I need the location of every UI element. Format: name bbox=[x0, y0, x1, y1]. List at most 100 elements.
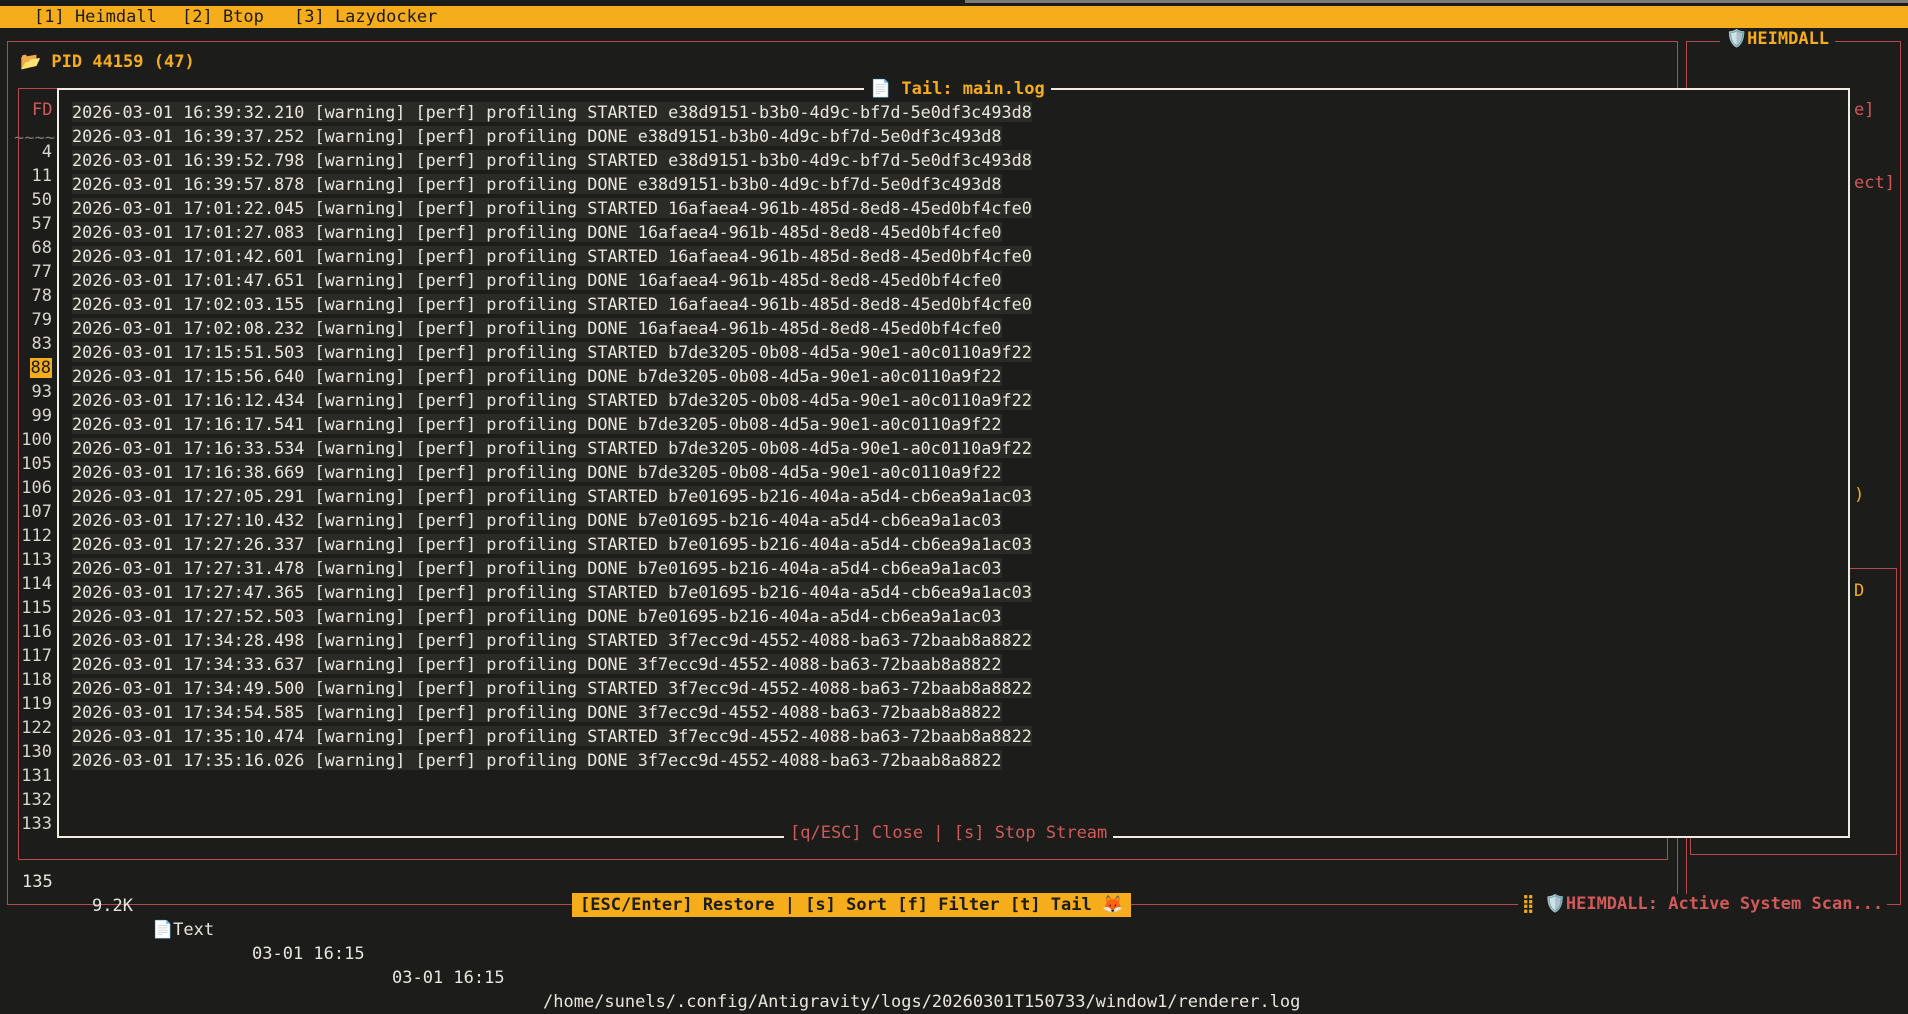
log-line: 2026-03-01 17:16:33.534 [warning] [perf]… bbox=[72, 436, 1032, 460]
log-line-text: 2026-03-01 16:39:57.878 [warning] [perf]… bbox=[72, 174, 1002, 194]
log-line: 2026-03-01 17:27:26.337 [warning] [perf]… bbox=[72, 532, 1032, 556]
fd-number[interactable]: 112 bbox=[0, 524, 52, 548]
modified-cell: 03-01 16:15 bbox=[392, 968, 505, 988]
fd-column-header[interactable]: FD bbox=[32, 100, 52, 120]
log-line-text: 2026-03-01 16:39:52.798 [warning] [perf]… bbox=[72, 150, 1032, 170]
log-line-text: 2026-03-01 17:01:42.601 [warning] [perf]… bbox=[72, 246, 1032, 266]
log-line-text: 2026-03-01 17:27:52.503 [warning] [perf]… bbox=[72, 606, 1002, 626]
fd-number[interactable]: 57 bbox=[0, 212, 52, 236]
clipped-text: ect] bbox=[1854, 173, 1895, 193]
type-cell: 📄Text bbox=[152, 920, 215, 940]
tab-bar: [1] Heimdall [2] Btop [3] Lazydocker bbox=[0, 6, 1908, 28]
fd-number[interactable]: 99 bbox=[0, 404, 52, 428]
tab-btop[interactable]: [2] Btop bbox=[182, 6, 264, 28]
fd-number[interactable]: 117 bbox=[0, 644, 52, 668]
fd-number[interactable]: 79 bbox=[0, 308, 52, 332]
fd-number[interactable]: 50 bbox=[0, 188, 52, 212]
fd-number[interactable]: 88 bbox=[0, 356, 52, 380]
side-panel-title: 🛡️HEIMDALL bbox=[1720, 29, 1836, 49]
keybinding-hint: [ESC/Enter] Restore | [s] Sort [f] Filte… bbox=[572, 893, 1132, 917]
log-line: 2026-03-01 17:01:42.601 [warning] [perf]… bbox=[72, 244, 1032, 268]
pid-panel-title[interactable]: 📂 PID 44159 (47) bbox=[20, 52, 195, 72]
log-line: 2026-03-01 17:35:16.026 [warning] [perf]… bbox=[72, 748, 1032, 772]
log-line-text: 2026-03-01 17:01:47.651 [warning] [perf]… bbox=[72, 270, 1002, 290]
log-line: 2026-03-01 17:16:17.541 [warning] [perf]… bbox=[72, 412, 1032, 436]
fd-number[interactable]: 78 bbox=[0, 284, 52, 308]
modal-footer-keys[interactable]: [q/ESC] Close | [s] Stop Stream bbox=[784, 823, 1114, 843]
fd-number[interactable]: 68 bbox=[0, 236, 52, 260]
log-line-text: 2026-03-01 17:34:49.500 [warning] [perf]… bbox=[72, 678, 1032, 698]
fd-number[interactable]: 119 bbox=[0, 692, 52, 716]
log-line: 2026-03-01 17:34:28.498 [warning] [perf]… bbox=[72, 628, 1032, 652]
log-line-text: 2026-03-01 17:15:56.640 [warning] [perf]… bbox=[72, 366, 1002, 386]
log-line: 2026-03-01 16:39:37.252 [warning] [perf]… bbox=[72, 124, 1032, 148]
modal-title: 📄 Tail: main.log bbox=[864, 79, 1051, 99]
fd-number[interactable]: 83 bbox=[0, 332, 52, 356]
fd-number[interactable]: 11 bbox=[0, 164, 52, 188]
log-line-text: 2026-03-01 17:27:05.291 [warning] [perf]… bbox=[72, 486, 1032, 506]
log-line: 2026-03-01 17:27:05.291 [warning] [perf]… bbox=[72, 484, 1032, 508]
log-line-text: 2026-03-01 17:15:51.503 [warning] [perf]… bbox=[72, 342, 1032, 362]
fd-number[interactable]: 106 bbox=[0, 476, 52, 500]
clipped-text: ) bbox=[1854, 485, 1865, 505]
fd-number[interactable]: 107 bbox=[0, 500, 52, 524]
fd-number[interactable]: 113 bbox=[0, 548, 52, 572]
clipped-text: e] bbox=[1854, 100, 1875, 120]
log-line: 2026-03-01 16:39:57.878 [warning] [perf]… bbox=[72, 172, 1032, 196]
selected-fd-number[interactable]: 88 bbox=[29, 358, 52, 378]
clipped-text: D bbox=[1854, 581, 1865, 601]
fd-number[interactable]: 132 bbox=[0, 788, 52, 812]
log-line-text: 2026-03-01 17:16:17.541 [warning] [perf]… bbox=[72, 414, 1002, 434]
size-cell: 9.2K bbox=[92, 896, 133, 916]
log-line: 2026-03-01 17:27:47.365 [warning] [perf]… bbox=[72, 580, 1032, 604]
log-line-text: 2026-03-01 17:16:12.434 [warning] [perf]… bbox=[72, 390, 1032, 410]
fd-number[interactable]: 116 bbox=[0, 620, 52, 644]
created-cell: 03-01 16:15 bbox=[252, 944, 365, 964]
log-line-text: 2026-03-01 17:02:03.155 [warning] [perf]… bbox=[72, 294, 1032, 314]
log-line: 2026-03-01 16:39:52.798 [warning] [perf]… bbox=[72, 148, 1032, 172]
status-text: 🛡️HEIMDALL: Active System Scan... bbox=[1544, 894, 1884, 914]
log-line: 2026-03-01 17:27:31.478 [warning] [perf]… bbox=[72, 556, 1032, 580]
fd-number[interactable]: 114 bbox=[0, 572, 52, 596]
log-line: 2026-03-01 17:34:49.500 [warning] [perf]… bbox=[72, 676, 1032, 700]
log-line-text: 2026-03-01 17:35:10.474 [warning] [perf]… bbox=[72, 726, 1032, 746]
fd-number[interactable]: 130 bbox=[0, 740, 52, 764]
log-line: 2026-03-01 17:34:54.585 [warning] [perf]… bbox=[72, 700, 1032, 724]
top-edge-strip bbox=[965, 0, 1908, 3]
log-line: 2026-03-01 17:02:03.155 [warning] [perf]… bbox=[72, 292, 1032, 316]
log-line: 2026-03-01 17:01:27.083 [warning] [perf]… bbox=[72, 220, 1032, 244]
tab-heimdall[interactable]: [1] Heimdall bbox=[34, 6, 157, 28]
log-line-text: 2026-03-01 17:02:08.232 [warning] [perf]… bbox=[72, 318, 1002, 338]
fd-number[interactable]: 105 bbox=[0, 452, 52, 476]
log-line: 2026-03-01 17:27:52.503 [warning] [perf]… bbox=[72, 604, 1032, 628]
log-line-text: 2026-03-01 17:34:33.637 [warning] [perf]… bbox=[72, 654, 1002, 674]
grip-icon: ⣿ bbox=[1522, 894, 1535, 914]
fd-cell: 135 bbox=[22, 872, 53, 892]
fd-number[interactable]: 115 bbox=[0, 596, 52, 620]
fd-number[interactable]: 100 bbox=[0, 428, 52, 452]
log-line-text: 2026-03-01 16:39:37.252 [warning] [perf]… bbox=[72, 126, 1002, 146]
log-line-text: 2026-03-01 17:27:47.365 [warning] [perf]… bbox=[72, 582, 1032, 602]
fd-number[interactable]: 77 bbox=[0, 260, 52, 284]
log-line-text: 2026-03-01 17:27:31.478 [warning] [perf]… bbox=[72, 558, 1002, 578]
log-line: 2026-03-01 17:16:12.434 [warning] [perf]… bbox=[72, 388, 1032, 412]
fd-number[interactable]: 118 bbox=[0, 668, 52, 692]
fd-number[interactable]: 4 bbox=[0, 140, 52, 164]
log-line-text: 2026-03-01 17:01:27.083 [warning] [perf]… bbox=[72, 222, 1002, 242]
log-line: 2026-03-01 17:34:33.637 [warning] [perf]… bbox=[72, 652, 1032, 676]
fd-number[interactable]: 133 bbox=[0, 812, 52, 836]
fd-number[interactable]: 131 bbox=[0, 764, 52, 788]
log-line: 2026-03-01 16:39:32.210 [warning] [perf]… bbox=[72, 100, 1032, 124]
tab-lazydocker[interactable]: [3] Lazydocker bbox=[294, 6, 437, 28]
fd-number[interactable]: 93 bbox=[0, 380, 52, 404]
log-line-text: 2026-03-01 17:27:10.432 [warning] [perf]… bbox=[72, 510, 1002, 530]
table-row[interactable]: 135 9.2K 📄Text 03-01 16:15 03-01 16:15 /… bbox=[0, 846, 1300, 1012]
log-line: 2026-03-01 17:01:47.651 [warning] [perf]… bbox=[72, 268, 1032, 292]
log-line-text: 2026-03-01 17:34:54.585 [warning] [perf]… bbox=[72, 702, 1002, 722]
fd-number[interactable]: 122 bbox=[0, 716, 52, 740]
log-line-text: 2026-03-01 17:34:28.498 [warning] [perf]… bbox=[72, 630, 1032, 650]
log-line: 2026-03-01 17:27:10.432 [warning] [perf]… bbox=[72, 508, 1032, 532]
log-line: 2026-03-01 17:35:10.474 [warning] [perf]… bbox=[72, 724, 1032, 748]
log-line: 2026-03-01 17:01:22.045 [warning] [perf]… bbox=[72, 196, 1032, 220]
log-line: 2026-03-01 17:16:38.669 [warning] [perf]… bbox=[72, 460, 1032, 484]
